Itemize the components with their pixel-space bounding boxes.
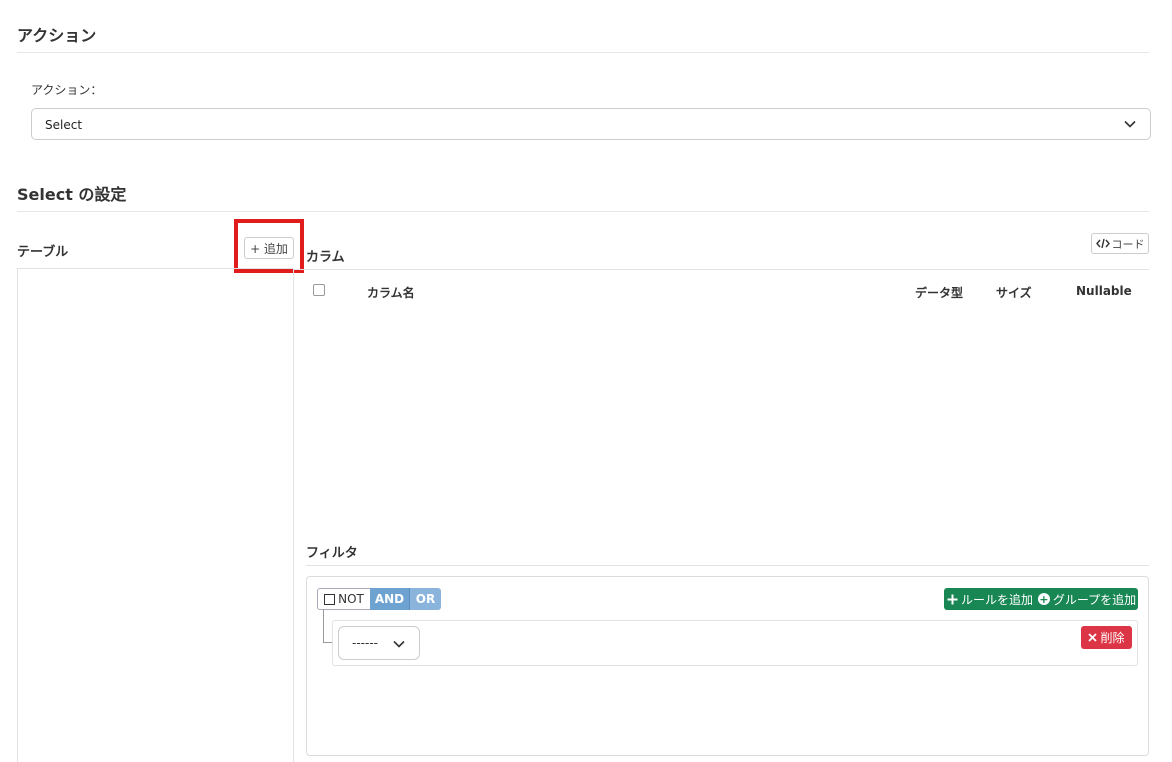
add-rule-button[interactable]: ルールを追加: [944, 588, 1036, 610]
column-header-nullable: Nullable: [1076, 284, 1132, 298]
and-button[interactable]: AND: [370, 588, 410, 610]
not-label: NOT: [338, 592, 364, 606]
condition-toggle-group: NOT AND OR: [317, 588, 441, 610]
rule-field-select-value: ------: [352, 636, 378, 650]
not-toggle[interactable]: NOT: [317, 588, 370, 610]
chevron-down-icon: [393, 640, 405, 648]
action-section-title: アクション: [17, 26, 97, 45]
code-icon: [1095, 238, 1110, 249]
filter-rule-row: [332, 620, 1138, 666]
close-icon: [1088, 633, 1098, 642]
highlight-box: [234, 219, 304, 273]
delete-rule-button[interactable]: 削除: [1081, 626, 1132, 649]
add-rule-label: ルールを追加: [960, 592, 1033, 607]
chevron-down-icon: [1124, 120, 1136, 128]
settings-section-title: Select の設定: [17, 185, 127, 204]
filter-panel-label: フィルタ: [306, 546, 358, 561]
plus-icon: [947, 594, 958, 604]
select-all-checkbox[interactable]: [313, 284, 325, 296]
divider: [17, 211, 1149, 212]
divider: [306, 565, 1149, 566]
code-button-label: コード: [1111, 237, 1145, 251]
columns-panel-label: カラム: [306, 250, 345, 265]
table-panel-label: テーブル: [17, 245, 69, 260]
action-select[interactable]: Select: [31, 108, 1151, 140]
not-checkbox: [324, 593, 336, 605]
add-group-button[interactable]: + グループを追加: [1036, 588, 1138, 610]
divider: [294, 269, 1149, 270]
code-button[interactable]: コード: [1091, 233, 1149, 254]
or-button[interactable]: OR: [410, 588, 441, 610]
plus-circle-icon: +: [1037, 592, 1050, 606]
column-header-size: サイズ: [996, 286, 1032, 300]
rule-field-select[interactable]: ------: [338, 626, 420, 660]
table-list-panel: [17, 268, 294, 762]
column-header-type: データ型: [915, 286, 964, 300]
action-field-label: アクション：: [31, 83, 103, 97]
divider: [17, 52, 1149, 53]
delete-label: 削除: [1100, 631, 1125, 645]
action-select-value: Select: [45, 118, 83, 132]
column-header-name: カラム名: [367, 286, 415, 300]
add-group-label: グループを追加: [1052, 592, 1137, 607]
